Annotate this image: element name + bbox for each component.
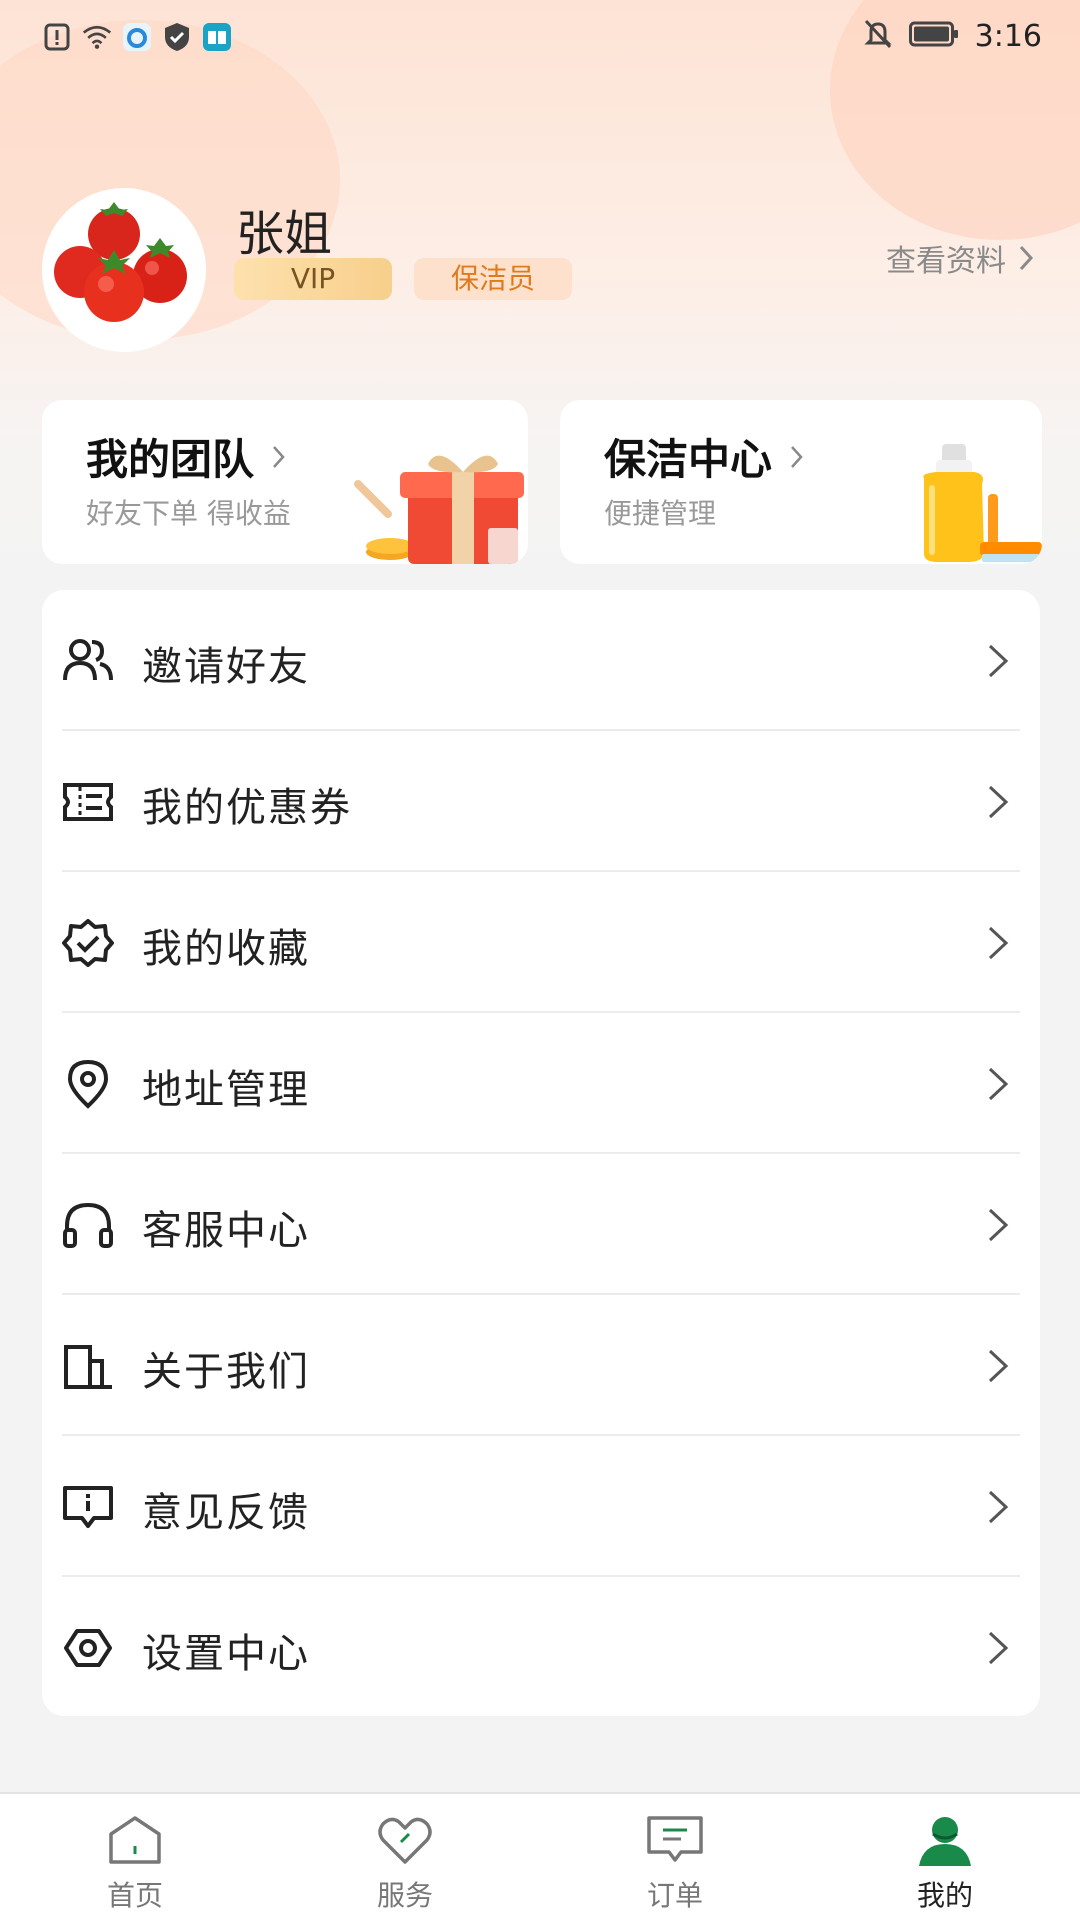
menu-item-label: 客服中心 (142, 1208, 310, 1254)
battery-icon (908, 21, 959, 51)
vip-badge: VIP (234, 258, 392, 300)
chevron-right-icon (988, 785, 1009, 819)
alert-icon (42, 22, 72, 52)
tab-services[interactable]: 服务 (270, 1794, 540, 1922)
mute-bell-icon (863, 18, 893, 54)
my-team-card[interactable]: 我的团队 好友下单 得收益 (42, 400, 528, 564)
cleaning-supplies-illustration (923, 444, 1042, 562)
browser-app-icon (122, 22, 152, 52)
tomato-avatar-image (42, 188, 206, 352)
menu-list: 邀请好友 我的优惠券 我的收藏 地址管理 客服中心 关于我们 意见反馈 设置中心 (42, 590, 1040, 1716)
gift-box-illustration (354, 455, 524, 564)
chevron-right-icon (988, 1631, 1009, 1665)
tab-label: 服务 (376, 1879, 433, 1912)
chevron-right-icon (988, 1349, 1009, 1383)
menu-item-label: 邀请好友 (142, 644, 310, 690)
tab-label: 首页 (106, 1879, 163, 1912)
tab-profile[interactable]: 我的 (810, 1794, 1080, 1922)
cleaning-center-card[interactable]: 保洁中心 便捷管理 (560, 400, 1042, 564)
tab-home[interactable]: 首页 (0, 1794, 270, 1922)
card-subtitle: 好友下单 得收益 (86, 497, 291, 530)
card-subtitle: 便捷管理 (604, 497, 717, 530)
menu-item-invite-friends[interactable]: 邀请好友 (42, 590, 1040, 731)
username: 张姐 (236, 206, 333, 262)
view-profile-label: 查看资料 (886, 244, 1006, 279)
menu-item-about-us[interactable]: 关于我们 (42, 1295, 1040, 1436)
settings-icon (64, 1629, 112, 1667)
card-title-label: 我的团队 (86, 435, 255, 484)
card-title: 我的团队 (86, 426, 286, 487)
menu-item-customer-service[interactable]: 客服中心 (42, 1154, 1040, 1295)
menu-item-address[interactable]: 地址管理 (42, 1013, 1040, 1154)
chevron-right-icon (791, 445, 803, 468)
chevron-right-icon (988, 644, 1009, 678)
status-icons-right: 3:16 (863, 18, 1042, 54)
tab-orders[interactable]: 订单 (540, 1794, 810, 1922)
bottom-tab-bar: 首页 服务 订单 我的 (0, 1792, 1080, 1922)
status-icons-left (42, 22, 232, 52)
heart-icon (378, 1817, 432, 1864)
shield-icon (162, 22, 192, 52)
tab-label: 我的 (916, 1879, 973, 1912)
menu-item-label: 关于我们 (142, 1349, 310, 1395)
chevron-right-icon (988, 1490, 1009, 1524)
menu-item-coupons[interactable]: 我的优惠券 (42, 731, 1040, 872)
card-title: 保洁中心 (604, 426, 804, 487)
chevron-right-icon (988, 1208, 1009, 1242)
status-bar: 3:16 (0, 0, 1080, 78)
menu-item-settings[interactable]: 设置中心 (42, 1577, 1040, 1718)
message-icon (647, 1816, 703, 1862)
building-icon (64, 1345, 112, 1389)
menu-item-label: 我的收藏 (142, 926, 310, 972)
menu-item-label: 地址管理 (142, 1067, 310, 1113)
headset-icon (63, 1202, 113, 1248)
menu-item-favorites[interactable]: 我的收藏 (42, 872, 1040, 1013)
menu-item-label: 设置中心 (142, 1631, 310, 1677)
avatar[interactable] (42, 188, 206, 352)
profile-icon (919, 1817, 971, 1866)
view-profile-link[interactable]: 查看资料 (886, 236, 1034, 280)
menu-item-label: 意见反馈 (142, 1490, 310, 1536)
role-badge: 保洁员 (414, 258, 572, 300)
tab-label: 订单 (646, 1879, 703, 1912)
coupon-icon (63, 783, 113, 821)
chevron-right-icon (1019, 245, 1034, 271)
wifi-icon (82, 22, 112, 52)
book-app-icon (202, 22, 232, 52)
card-title-label: 保洁中心 (604, 435, 773, 484)
chevron-right-icon (988, 926, 1009, 960)
badge-check-icon (62, 919, 114, 967)
home-icon (109, 1816, 161, 1864)
users-icon (63, 639, 113, 681)
menu-item-label: 我的优惠券 (142, 785, 352, 831)
feedback-icon (63, 1486, 113, 1528)
status-time: 3:16 (974, 18, 1042, 54)
menu-item-feedback[interactable]: 意见反馈 (42, 1436, 1040, 1577)
location-pin-icon (67, 1059, 109, 1109)
chevron-right-icon (273, 445, 285, 468)
chevron-right-icon (988, 1067, 1009, 1101)
